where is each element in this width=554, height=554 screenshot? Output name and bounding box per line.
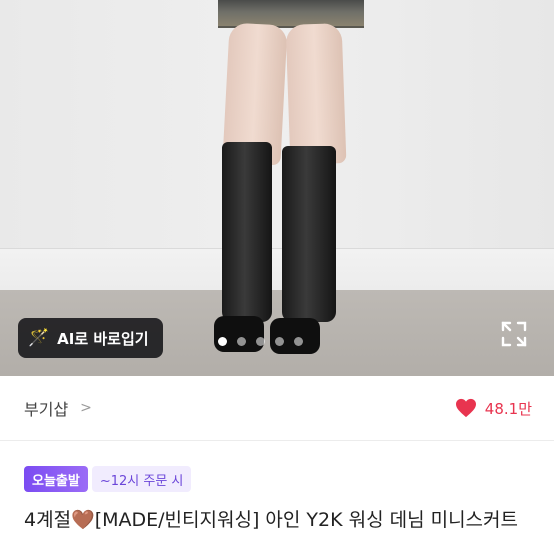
- shop-name: 부기샵: [24, 400, 69, 419]
- photo-right-leg: [285, 23, 347, 165]
- ai-try-on-button[interactable]: 🪄 AI로 바로입기: [18, 318, 163, 358]
- carousel-dot[interactable]: [256, 337, 265, 346]
- photo-baseboard: [0, 248, 554, 290]
- photo-right-boot-sole: [270, 318, 320, 354]
- shipping-badges: 오늘출발 ~12시 주문 시: [24, 466, 192, 492]
- carousel-indicator: [218, 337, 303, 346]
- photo-left-boot: [222, 142, 272, 322]
- photo-right-boot: [282, 146, 336, 322]
- magic-wand-icon: 🪄: [28, 328, 50, 348]
- heart-icon: [455, 398, 476, 418]
- like-button[interactable]: 48.1만: [455, 398, 532, 419]
- shop-link[interactable]: 부기샵 >: [24, 396, 92, 420]
- carousel-dot[interactable]: [275, 337, 284, 346]
- chevron-right-icon: >: [80, 400, 92, 416]
- today-shipping-badge: 오늘출발: [24, 466, 88, 492]
- shop-row: 부기샵 > 48.1만: [0, 376, 554, 440]
- carousel-dot[interactable]: [218, 337, 227, 346]
- order-deadline-badge: ~12시 주문 시: [91, 466, 192, 492]
- section-divider: [0, 440, 554, 441]
- ai-try-on-label: AI로 바로입기: [57, 329, 149, 348]
- like-count: 48.1만: [484, 399, 532, 418]
- product-title: 4계절🤎[MADE/빈티지워싱] 아인 Y2K 워싱 데님 미니스커트: [24, 509, 518, 531]
- photo-left-boot-sole: [214, 316, 264, 352]
- carousel-dot[interactable]: [237, 337, 246, 346]
- carousel-dot[interactable]: [294, 337, 303, 346]
- expand-icon[interactable]: [500, 320, 528, 348]
- product-photo[interactable]: 🪄 AI로 바로입기: [0, 0, 554, 376]
